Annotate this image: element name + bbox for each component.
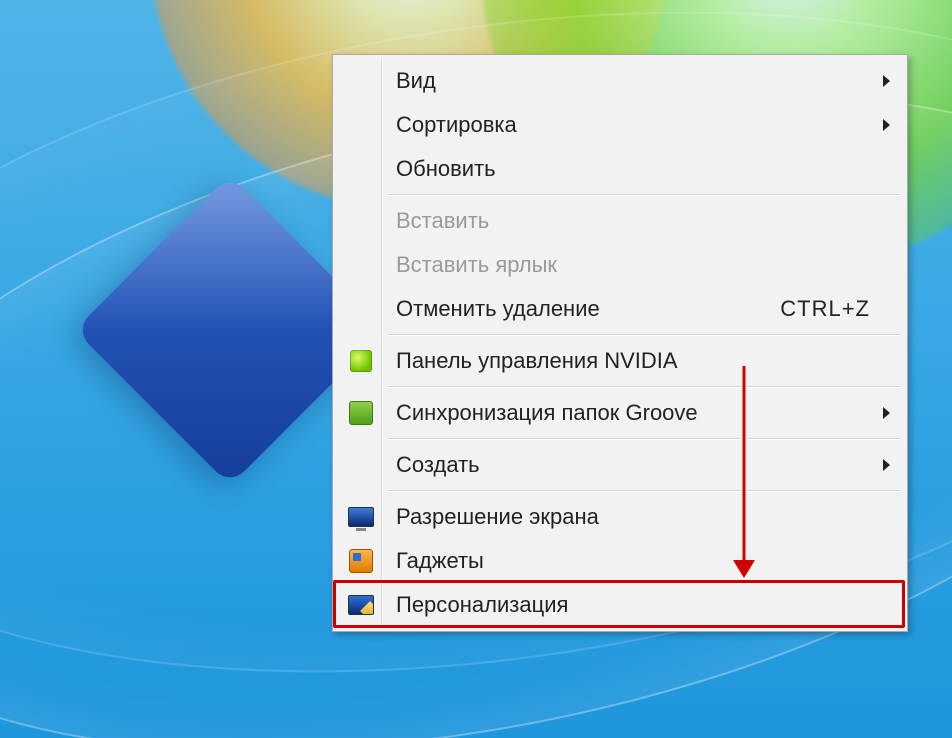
- groove-icon: [349, 401, 373, 425]
- submenu-arrow-icon: [883, 75, 890, 87]
- menu-item-label: Обновить: [396, 156, 870, 182]
- menu-separator: [388, 438, 900, 440]
- menu-separator: [388, 490, 900, 492]
- desktop-context-menu: Вид Сортировка Обновить Вставить Вставить яр…: [332, 54, 908, 632]
- menu-item-personalize[interactable]: Персонализация: [336, 583, 904, 627]
- submenu-arrow-icon: [883, 119, 890, 131]
- menu-item-label: Создать: [396, 452, 870, 478]
- menu-item-undo-delete[interactable]: Отменить удалениеCTRL+Z: [336, 287, 904, 331]
- menu-separator: [388, 386, 900, 388]
- menu-item-label: Вид: [396, 68, 870, 94]
- menu-item-refresh[interactable]: Обновить: [336, 147, 904, 191]
- nvidia-icon: [350, 350, 372, 372]
- menu-item-groove[interactable]: Синхронизация папок Groove: [336, 391, 904, 435]
- menu-item-new[interactable]: Создать: [336, 443, 904, 487]
- desktop-wallpaper[interactable]: Вид Сортировка Обновить Вставить Вставить яр…: [0, 0, 952, 738]
- menu-separator: [388, 334, 900, 336]
- menu-item-nvidia[interactable]: Панель управления NVIDIA: [336, 339, 904, 383]
- menu-item-paste: Вставить: [336, 199, 904, 243]
- menu-item-label: Персонализация: [396, 592, 870, 618]
- menu-item-gadgets[interactable]: Гаджеты: [336, 539, 904, 583]
- nvidia-icon-slot: [348, 348, 374, 374]
- menu-item-label: Разрешение экрана: [396, 504, 870, 530]
- menu-item-label: Вставить ярлык: [396, 252, 870, 278]
- submenu-arrow-icon: [883, 459, 890, 471]
- gadgets-icon-slot: [348, 548, 374, 574]
- menu-item-label: Гаджеты: [396, 548, 870, 574]
- menu-separator: [388, 194, 900, 196]
- menu-item-paste-short: Вставить ярлык: [336, 243, 904, 287]
- personalize-icon-slot: [348, 592, 374, 618]
- display-icon: [348, 507, 374, 527]
- menu-item-label: Панель управления NVIDIA: [396, 348, 870, 374]
- menu-item-label: Сортировка: [396, 112, 870, 138]
- menu-item-resolution[interactable]: Разрешение экрана: [336, 495, 904, 539]
- menu-item-shortcut: CTRL+Z: [780, 296, 870, 322]
- menu-item-label: Вставить: [396, 208, 870, 234]
- groove-icon-slot: [348, 400, 374, 426]
- menu-item-label: Отменить удаление: [396, 296, 780, 322]
- display-icon-slot: [348, 504, 374, 530]
- submenu-arrow-icon: [883, 407, 890, 419]
- personalize-icon: [348, 595, 374, 615]
- menu-item-sort[interactable]: Сортировка: [336, 103, 904, 147]
- menu-item-view[interactable]: Вид: [336, 59, 904, 103]
- gadgets-icon: [349, 549, 373, 573]
- menu-item-label: Синхронизация папок Groove: [396, 400, 870, 426]
